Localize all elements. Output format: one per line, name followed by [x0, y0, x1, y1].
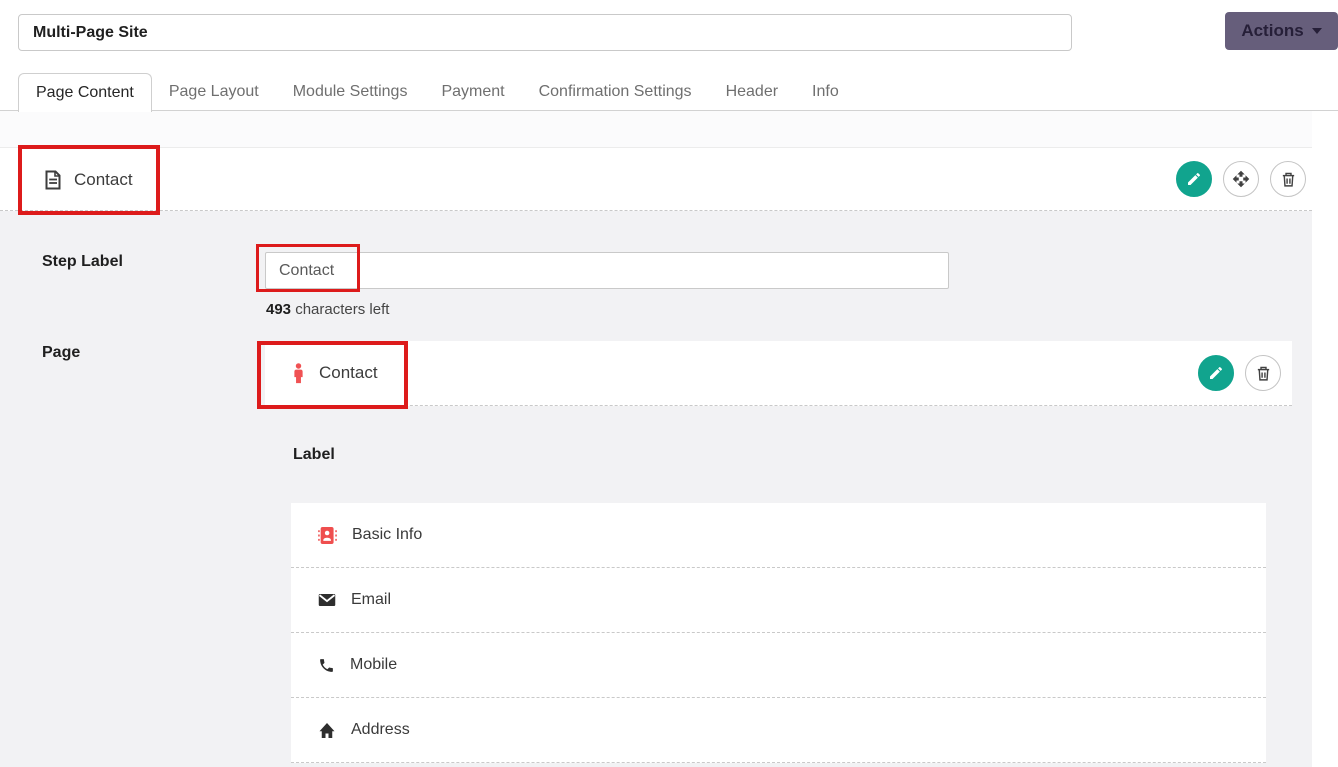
page-item-panel: Contact: [265, 341, 1292, 406]
caret-down-icon: [1311, 28, 1322, 34]
actions-button[interactable]: Actions: [1225, 12, 1338, 50]
tab-page-content[interactable]: Page Content: [18, 73, 152, 112]
move-step-button[interactable]: [1223, 161, 1259, 197]
tab-info[interactable]: Info: [795, 73, 856, 111]
form-title-input[interactable]: [18, 14, 1072, 51]
tab-page-layout[interactable]: Page Layout: [152, 73, 276, 111]
tab-header[interactable]: Header: [709, 73, 795, 111]
tab-bar: Page Content Page Layout Module Settings…: [18, 73, 856, 112]
pencil-icon: [1186, 171, 1202, 187]
list-item-email[interactable]: Email: [291, 568, 1266, 633]
page-item[interactable]: Contact: [293, 341, 378, 405]
step-title[interactable]: Contact: [43, 148, 133, 211]
trash-icon: [1280, 171, 1297, 188]
list-item-label: Basic Info: [352, 526, 423, 543]
actions-button-label: Actions: [1241, 21, 1304, 40]
list-item-label: Email: [351, 591, 392, 608]
characters-left-label: characters left: [295, 301, 390, 318]
list-item-mobile[interactable]: Mobile: [291, 633, 1266, 698]
pencil-icon: [1208, 365, 1224, 381]
list-item-basic-info[interactable]: Basic Info: [291, 503, 1266, 568]
delete-page-button[interactable]: [1245, 355, 1281, 391]
edit-step-button[interactable]: [1176, 161, 1212, 197]
trash-icon: [1255, 365, 1272, 382]
characters-left-text: 493 characters left: [266, 301, 389, 318]
list-item-label: Address: [351, 721, 410, 738]
step-section-header: Contact: [0, 147, 1312, 211]
person-icon: [293, 362, 304, 384]
address-book-icon: [318, 526, 337, 545]
page-item-label: Contact: [319, 363, 378, 382]
delete-step-button[interactable]: [1270, 161, 1306, 197]
characters-left-count: 493: [266, 301, 292, 318]
tab-confirmation-settings[interactable]: Confirmation Settings: [522, 73, 709, 111]
phone-icon: [318, 657, 335, 674]
list-item-label: Mobile: [350, 656, 398, 673]
tab-payment[interactable]: Payment: [424, 73, 521, 111]
edit-page-button[interactable]: [1198, 355, 1234, 391]
fields-heading: Label: [293, 446, 335, 463]
step-label-input[interactable]: [265, 252, 949, 289]
step-label-field-label: Step Label: [42, 253, 123, 270]
panel-top-strip: [0, 111, 1312, 147]
page-field-label: Page: [42, 344, 81, 361]
fields-list: Basic Info Email Mobile Address: [291, 503, 1266, 763]
move-arrows-icon: [1232, 170, 1250, 188]
home-icon: [318, 722, 336, 739]
tab-module-settings[interactable]: Module Settings: [276, 73, 425, 111]
envelope-icon: [318, 593, 336, 607]
list-item-address[interactable]: Address: [291, 698, 1266, 763]
step-title-label: Contact: [74, 169, 133, 189]
form-page-icon: [43, 170, 63, 190]
